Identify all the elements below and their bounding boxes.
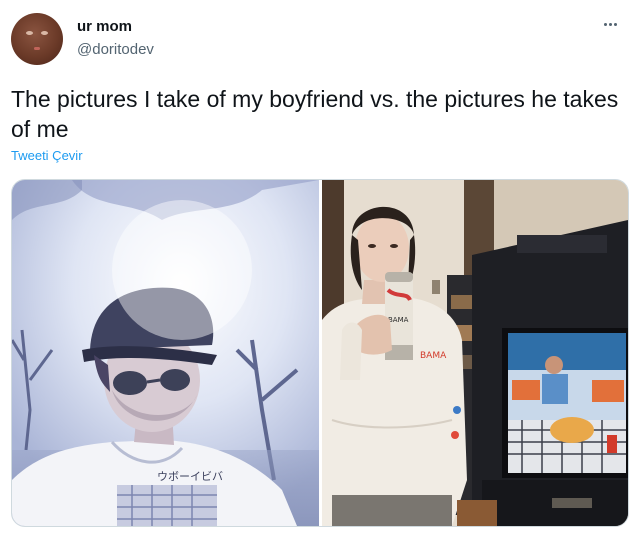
avatar-eye-left [26, 31, 33, 35]
boyfriend-photo-image: ウボーイビバ [12, 180, 319, 526]
translate-link[interactable]: Tweeti Çevir [11, 148, 83, 163]
media-grid: ウボーイビバ BAMA BAMA [11, 179, 629, 527]
girlfriend-photo[interactable]: BAMA BAMA [322, 180, 628, 526]
tweet-text: The pictures I take of my boyfriend vs. … [11, 86, 619, 142]
more-dots-icon[interactable] [597, 14, 623, 34]
display-name[interactable]: ur mom [77, 18, 132, 35]
can-label: BAMA [388, 316, 409, 324]
avatar[interactable] [11, 13, 63, 65]
handle[interactable]: @doritodev [77, 41, 154, 58]
more-dot [603, 22, 607, 26]
shirt-text: ウボーイビバ [157, 470, 223, 483]
avatar-eye-right [41, 31, 48, 35]
girlfriend-photo-image: BAMA BAMA [322, 180, 628, 526]
more-dot [613, 22, 617, 26]
more-dot [608, 22, 612, 26]
avatar-mouth [34, 47, 40, 50]
sleeve-text: BAMA [420, 351, 447, 361]
boyfriend-photo[interactable]: ウボーイビバ [12, 180, 319, 526]
